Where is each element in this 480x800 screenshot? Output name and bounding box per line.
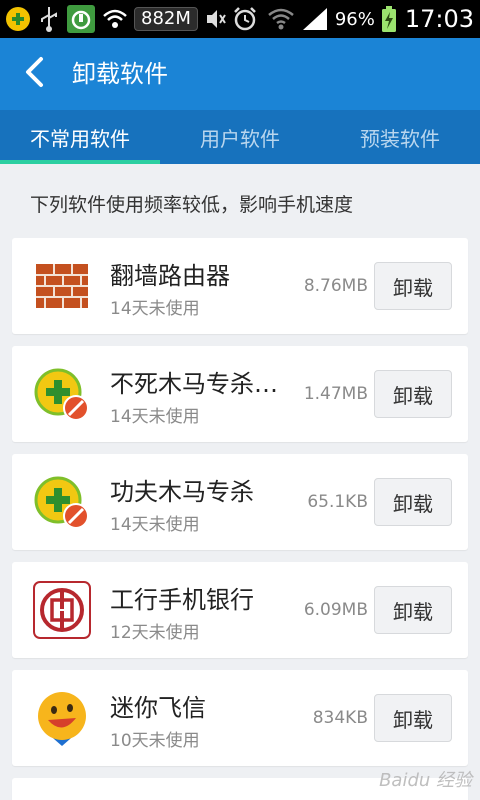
- battery-percent: 96%: [334, 8, 375, 30]
- app-usage: 14天未使用: [110, 299, 200, 319]
- app-size: 8.76MB: [303, 276, 368, 296]
- tab-user-apps[interactable]: 用户软件: [160, 110, 320, 164]
- uninstall-button[interactable]: 卸载: [374, 262, 452, 310]
- app-bar: 卸载软件: [0, 38, 480, 110]
- app-list: 翻墙路由器 14天未使用 8.76MB 卸载 不死木马专杀… 14天未使用 1.…: [12, 238, 468, 800]
- tab-label: 预装软件: [360, 126, 440, 151]
- app-name: 不死木马专杀…: [110, 370, 278, 398]
- usb-icon: [38, 5, 60, 33]
- uninstall-button[interactable]: 卸载: [374, 694, 452, 742]
- cell-signal-icon: [301, 5, 329, 33]
- alarm-icon: [232, 5, 258, 33]
- uninstall-button[interactable]: 卸载: [374, 586, 452, 634]
- security-lock-icon: [66, 5, 96, 33]
- tab-label: 不常用软件: [30, 126, 130, 151]
- battery-charging-icon: [381, 5, 397, 33]
- network-speed-indicator: 882M: [134, 7, 198, 31]
- back-button[interactable]: [14, 54, 54, 94]
- app-size: 1.47MB: [303, 384, 368, 404]
- list-item[interactable]: 工行手机银行 12天未使用 6.09MB 卸载: [12, 562, 468, 658]
- hint-text: 下列软件使用频率较低，影响手机速度: [30, 194, 354, 216]
- tab-label: 用户软件: [200, 126, 280, 151]
- game-controller-icon: [4, 5, 32, 33]
- 360-trojan-killer-icon: [32, 364, 92, 424]
- chevron-left-icon: [23, 56, 45, 92]
- tab-rarely-used[interactable]: 不常用软件: [0, 110, 160, 164]
- list-item[interactable]: 翻墙路由器 14天未使用 8.76MB 卸载: [12, 238, 468, 334]
- wifi-icon: [102, 5, 128, 33]
- watermark: Baidu 经验: [379, 770, 472, 791]
- wifi-signal-icon: [267, 5, 295, 33]
- app-size: 65.1KB: [307, 492, 368, 512]
- brick-wall-icon: [32, 256, 92, 316]
- app-usage: 14天未使用: [110, 515, 200, 535]
- app-size: 6.09MB: [303, 600, 368, 620]
- app-size: 834KB: [312, 708, 368, 728]
- app-name: 迷你飞信: [110, 694, 206, 722]
- list-item[interactable]: 不死木马专杀… 14天未使用 1.47MB 卸载: [12, 346, 468, 442]
- list-item[interactable]: 迷你飞信 10天未使用 834KB 卸载: [12, 670, 468, 766]
- list-item[interactable]: 功夫木马专杀 14天未使用 65.1KB 卸载: [12, 454, 468, 550]
- page-title: 卸载软件: [72, 60, 168, 88]
- tab-preinstalled-apps[interactable]: 预装软件: [320, 110, 480, 164]
- app-usage: 12天未使用: [110, 623, 200, 643]
- fetion-smiley-icon: [32, 688, 92, 748]
- tab-bar: 不常用软件 用户软件 预装软件: [0, 110, 480, 164]
- tab-active-indicator: [0, 160, 160, 164]
- app-name: 工行手机银行: [110, 586, 254, 614]
- app-usage: 10天未使用: [110, 731, 200, 751]
- 360-trojan-killer-icon: [32, 472, 92, 532]
- app-name: 功夫木马专杀: [110, 478, 254, 506]
- mute-icon: [204, 5, 226, 33]
- clock: 17:03: [404, 5, 474, 33]
- status-bar: 882M 96% 17:03: [0, 0, 480, 38]
- uninstall-button[interactable]: 卸载: [374, 370, 452, 418]
- app-usage: 14天未使用: [110, 407, 200, 427]
- icbc-bank-icon: [32, 580, 92, 640]
- app-name: 翻墙路由器: [110, 262, 230, 290]
- uninstall-button[interactable]: 卸载: [374, 478, 452, 526]
